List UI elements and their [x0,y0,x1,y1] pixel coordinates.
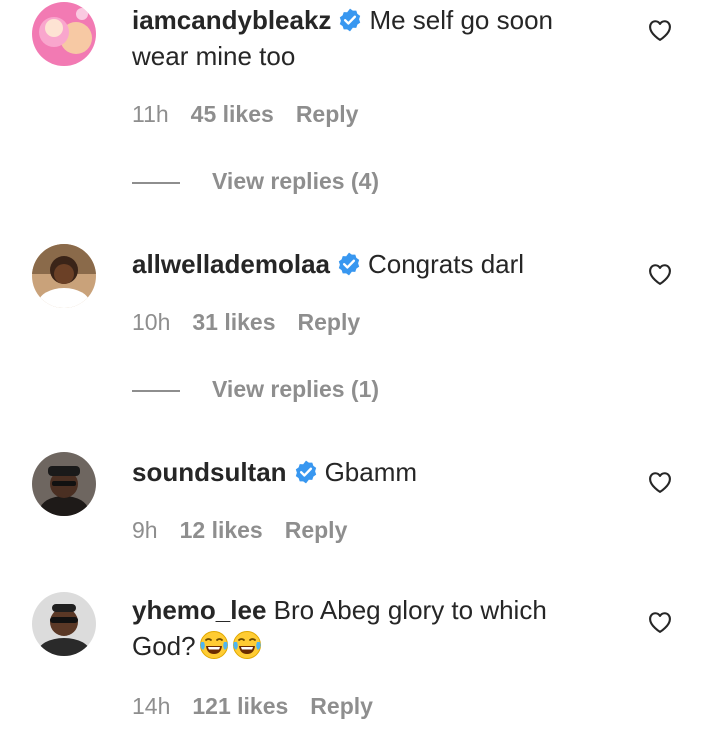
avatar[interactable] [32,592,96,656]
likes-count[interactable]: 31 likes [192,309,275,335]
username[interactable]: iamcandybleakz [132,5,331,35]
timestamp: 14h [132,693,171,719]
avatar[interactable] [32,2,96,66]
reply-button[interactable]: Reply [298,309,361,335]
view-replies-button[interactable]: View replies (4) [132,166,379,196]
likes-count[interactable]: 12 likes [180,517,263,543]
face-with-tears-of-joy-icon [199,630,229,660]
heart-outline-icon[interactable] [646,16,674,44]
avatar-image [32,2,96,66]
reply-button[interactable]: Reply [285,517,348,543]
username[interactable]: soundsultan [132,457,287,487]
comment-text-block: soundsultan Gbamm [132,454,612,490]
heart-outline-icon[interactable] [646,608,674,636]
comment-text-block: allwellademolaa Congrats darl [132,246,612,282]
heart-outline-icon[interactable] [646,468,674,496]
verified-badge-icon [336,251,362,277]
avatar-image [32,452,96,516]
view-replies-label: View replies (1) [212,376,380,402]
avatar[interactable] [32,244,96,308]
reply-button[interactable]: Reply [310,693,373,719]
comment-text-block: iamcandybleakz Me self go soon wear mine … [132,2,612,74]
timestamp: 9h [132,517,158,543]
avatar-image [32,592,96,656]
face-with-tears-of-joy-icon [232,630,262,660]
comment-text-block: yhemo_lee Bro Abeg glory to which God? [132,592,612,664]
replies-divider-line [132,181,180,184]
comment-text: Congrats darl [367,249,525,279]
verified-badge-icon [337,7,363,33]
replies-divider-line [132,389,180,392]
verified-badge-icon [293,459,319,485]
avatar-image [32,244,96,308]
avatar[interactable] [32,452,96,516]
reply-button[interactable]: Reply [296,101,359,127]
view-replies-label: View replies (4) [212,168,380,194]
comment-meta: 11h 45 likes Reply [132,99,380,129]
timestamp: 10h [132,309,171,335]
comment-meta: 10h 31 likes Reply [132,307,382,337]
username[interactable]: yhemo_lee [132,595,266,625]
view-replies-button[interactable]: View replies (1) [132,374,379,404]
comment-meta: 14h 121 likes Reply [132,691,395,721]
username[interactable]: allwellademolaa [132,249,330,279]
likes-count[interactable]: 121 likes [192,693,288,719]
timestamp: 11h [132,101,169,127]
comment-text: Gbamm [324,457,418,487]
heart-outline-icon[interactable] [646,260,674,288]
comment-meta: 9h 12 likes Reply [132,515,369,545]
likes-count[interactable]: 45 likes [191,101,274,127]
